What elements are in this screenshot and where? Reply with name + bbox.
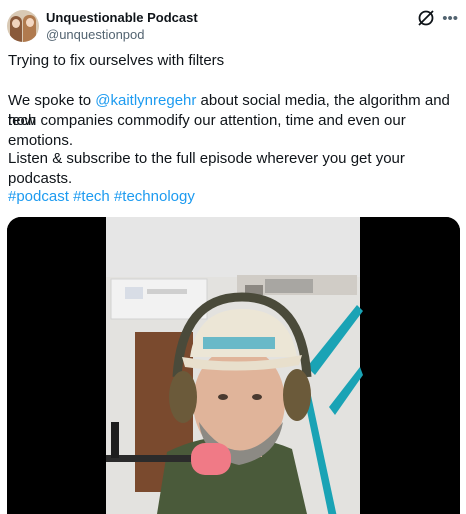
more-options-icon[interactable]: ••• [442, 10, 458, 27]
author-avatar[interactable] [7, 10, 39, 42]
mention-link[interactable]: @kaitlynregehr [95, 92, 196, 109]
author-name[interactable]: Unquestionable Podcast [46, 10, 198, 26]
tweet-header: Unquestionable Podcast @unquestionpod ••… [7, 8, 458, 48]
grok-icon[interactable] [416, 8, 436, 28]
hashtag-link[interactable]: #technology [114, 188, 195, 205]
tweet-line: tech companies commodify our attention, … [8, 112, 406, 149]
hashtag-link[interactable]: #podcast [8, 188, 69, 205]
video-player[interactable] [7, 217, 460, 514]
author-handle[interactable]: @unquestionpod [46, 27, 145, 43]
tweet-text-segment: We spoke to [8, 92, 96, 109]
hashtag-link[interactable]: #tech [73, 188, 110, 205]
tweet-line: Listen & subscribe to the full episode w… [8, 150, 405, 187]
hashtag-line: #podcast #tech #technology [8, 187, 195, 207]
video-frame [7, 217, 460, 514]
tweet-line: Trying to fix ourselves with filters [8, 52, 225, 69]
